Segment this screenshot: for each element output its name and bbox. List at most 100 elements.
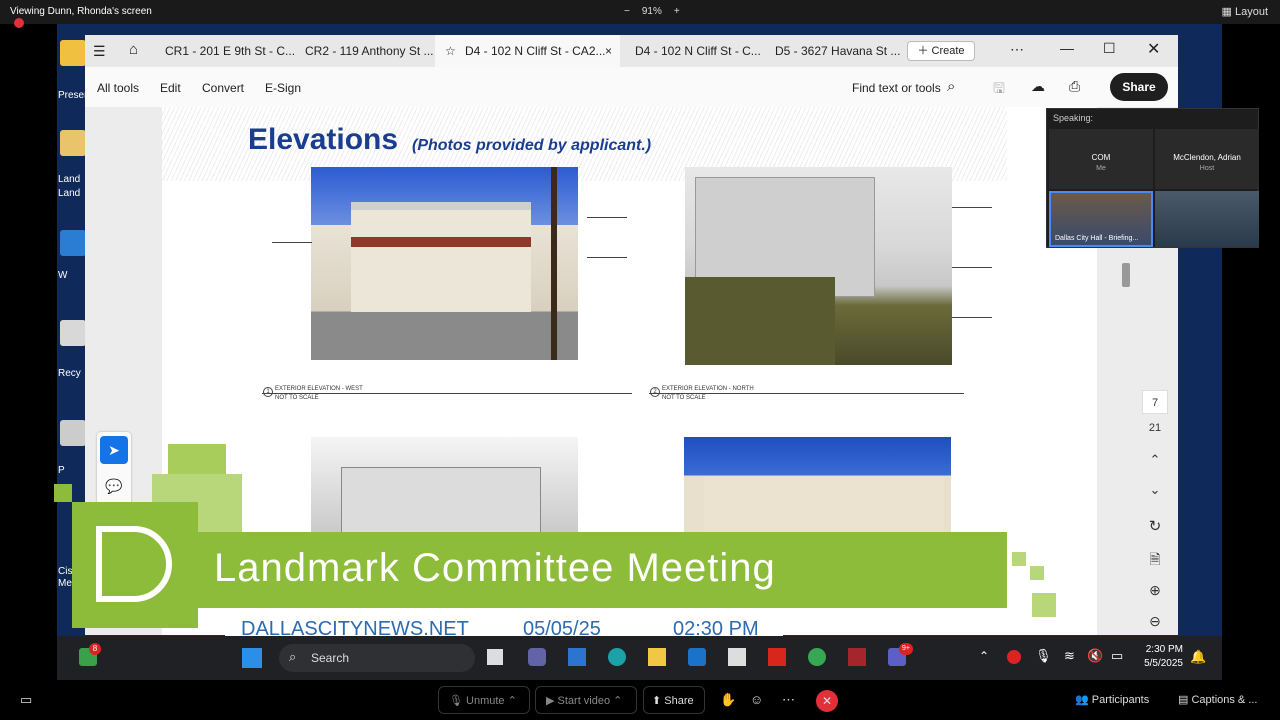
clock-time[interactable]: 2:30 PM [1139, 644, 1183, 655]
photo-east-elevation [684, 437, 951, 547]
raise-hand-icon[interactable]: ✋ [720, 680, 736, 720]
decor-square [1032, 593, 1056, 617]
participant-tile[interactable]: COM Me [1049, 129, 1153, 189]
find-tools-button[interactable]: Find text or tools [852, 81, 941, 95]
desktop-icon-label: Presen [58, 90, 88, 101]
mic-muted-icon[interactable]: 🎙 [1035, 648, 1052, 664]
security-icon[interactable] [1007, 650, 1021, 664]
refresh-icon[interactable]: ↻ [1142, 517, 1168, 535]
logo-box [72, 502, 198, 628]
zoom-out-icon[interactable]: ⊖ [1142, 613, 1168, 630]
page-title: Elevations [248, 123, 399, 156]
video-thumb[interactable]: Dallas City Hall - Briefing... [1049, 191, 1153, 247]
video-thumb[interactable] [1155, 191, 1259, 247]
convert-button[interactable]: Convert [202, 81, 244, 95]
captions-label: Captions & ... [1191, 694, 1258, 706]
esign-button[interactable]: E-Sign [265, 81, 301, 95]
tab-d4-active[interactable]: ☆ D4 - 102 N Cliff St - CA2... × [435, 35, 620, 67]
reactions-icon[interactable]: ☺ [750, 680, 763, 720]
share-screen-button[interactable]: ⬆ Share [643, 686, 705, 714]
previous-page-icon[interactable]: ⌃ [1142, 452, 1168, 468]
page-count: 21 [1148, 422, 1162, 434]
access-icon[interactable] [848, 648, 866, 666]
folder-icon[interactable] [60, 40, 86, 66]
house-facade [341, 467, 541, 537]
start-video-button[interactable]: ▶ Start video ⌃ [535, 686, 637, 714]
windows-taskbar: 8 ⌕ Search 9+ ⌃ 🎙 ≋ 🔇 ▭ 2:30 PM 5/5/2025… [57, 636, 1222, 680]
edge-icon[interactable] [608, 648, 626, 666]
participant-tile[interactable]: McClendon, Adrian Host [1155, 129, 1259, 189]
notifications-icon[interactable]: 🔔 [1190, 649, 1206, 665]
desktop-icon-label: Land [58, 188, 81, 199]
file-icon[interactable] [60, 420, 86, 446]
participants-button[interactable]: 👥 Participants [1075, 680, 1149, 720]
captions-button[interactable]: ▤ Captions & ... [1178, 680, 1258, 720]
comment-icon[interactable]: 💬 [100, 472, 128, 500]
speaking-label: Speaking: [1053, 113, 1094, 123]
zoom-out-button[interactable]: − [624, 6, 630, 17]
teams-chat-icon[interactable] [528, 648, 546, 666]
zoom-in-button[interactable]: + [674, 6, 680, 17]
document-icon[interactable]: 🗎 [1142, 549, 1168, 573]
next-page-icon[interactable]: ⌄ [1142, 482, 1168, 498]
recycle-bin-icon[interactable] [60, 320, 86, 346]
upload-cloud-icon[interactable]: ☁ [1031, 78, 1045, 95]
layout-button[interactable]: ▦ Layout [1222, 5, 1268, 18]
store-icon[interactable] [568, 648, 586, 666]
hamburger-menu-icon[interactable]: ☰ [93, 43, 106, 60]
tab-d4[interactable]: D4 - 102 N Cliff St - C... [625, 35, 761, 67]
taskbar-search[interactable]: ⌕ Search [279, 644, 475, 672]
start-video-label: Start video [557, 695, 611, 707]
all-tools-button[interactable]: All tools [97, 81, 139, 95]
word-icon[interactable] [60, 230, 86, 256]
outlook-icon[interactable] [688, 648, 706, 666]
unmute-label: Unmute [466, 695, 505, 707]
chat-icon[interactable]: ▭ [20, 680, 32, 720]
video-gallery: Speaking: COM Me McClendon, Adrian Host … [1046, 108, 1259, 248]
scrollbar-thumb[interactable] [1122, 263, 1130, 287]
clock-date[interactable]: 5/5/2025 [1135, 658, 1183, 669]
close-window-icon[interactable]: ✕ [1147, 39, 1160, 59]
share-button[interactable]: Share [1110, 73, 1168, 101]
battery-icon[interactable]: ▭ [1111, 648, 1123, 664]
acrobat-icon[interactable] [768, 648, 786, 666]
menu-bar: All tools Edit Convert E-Sign Find text … [85, 67, 1178, 107]
zoom-in-icon[interactable]: ⊕ [1142, 582, 1168, 599]
teams-badge: 9+ [899, 643, 913, 655]
page-number[interactable]: 7 [1142, 390, 1168, 414]
zoom-toolbar: ▭ 🎙 Unmute ⌃ ▶ Start video ⌃ ⬆ Share ✋ ☺… [0, 680, 1280, 720]
notification-badge: 8 [89, 643, 101, 655]
star-icon[interactable]: ☆ [445, 35, 456, 67]
maximize-icon[interactable]: ☐ [1103, 40, 1116, 57]
search-icon[interactable]: ⌕ [947, 78, 955, 95]
unmute-button[interactable]: 🎙 Unmute ⌃ [438, 686, 530, 714]
home-icon[interactable]: ⌂ [129, 41, 138, 58]
photo-west-elevation [311, 167, 578, 360]
chevron-up-icon[interactable]: ⌃ [979, 649, 989, 663]
volume-muted-icon[interactable]: 🔇 [1087, 648, 1103, 664]
end-meeting-button[interactable]: ✕ [816, 690, 838, 712]
tab-d5[interactable]: D5 - 3627 Havana St ... [765, 35, 900, 67]
file-explorer-icon[interactable] [648, 648, 666, 666]
annotation-line [952, 207, 992, 208]
create-button[interactable]: ＋ Create [907, 41, 975, 61]
more-options-icon[interactable]: ⋯ [1010, 41, 1024, 58]
tab-cr2[interactable]: CR2 - 119 Anthony St ... [295, 35, 434, 67]
wifi-icon[interactable]: ≋ [1064, 648, 1075, 664]
minimize-icon[interactable]: — [1060, 40, 1074, 56]
print-icon[interactable]: ⎙ [1069, 78, 1080, 95]
select-cursor-icon[interactable]: ➤ [100, 436, 128, 464]
task-view-icon[interactable] [487, 649, 503, 665]
folder-icon[interactable] [60, 130, 86, 156]
overgrowth [685, 277, 835, 365]
more-icon[interactable]: ⋯ [782, 680, 795, 720]
save-icon[interactable]: 🖫 [993, 78, 1005, 102]
start-icon[interactable] [242, 648, 262, 668]
close-tab-icon[interactable]: × [605, 35, 612, 67]
share-screen-label: Share [664, 695, 694, 707]
tab-label: D4 - 102 N Cliff St - CA2... [465, 44, 606, 58]
chrome-icon[interactable] [808, 648, 826, 666]
edit-button[interactable]: Edit [160, 81, 181, 95]
app-icon[interactable] [728, 648, 746, 666]
tab-cr1[interactable]: CR1 - 201 E 9th St - C... [155, 35, 295, 67]
